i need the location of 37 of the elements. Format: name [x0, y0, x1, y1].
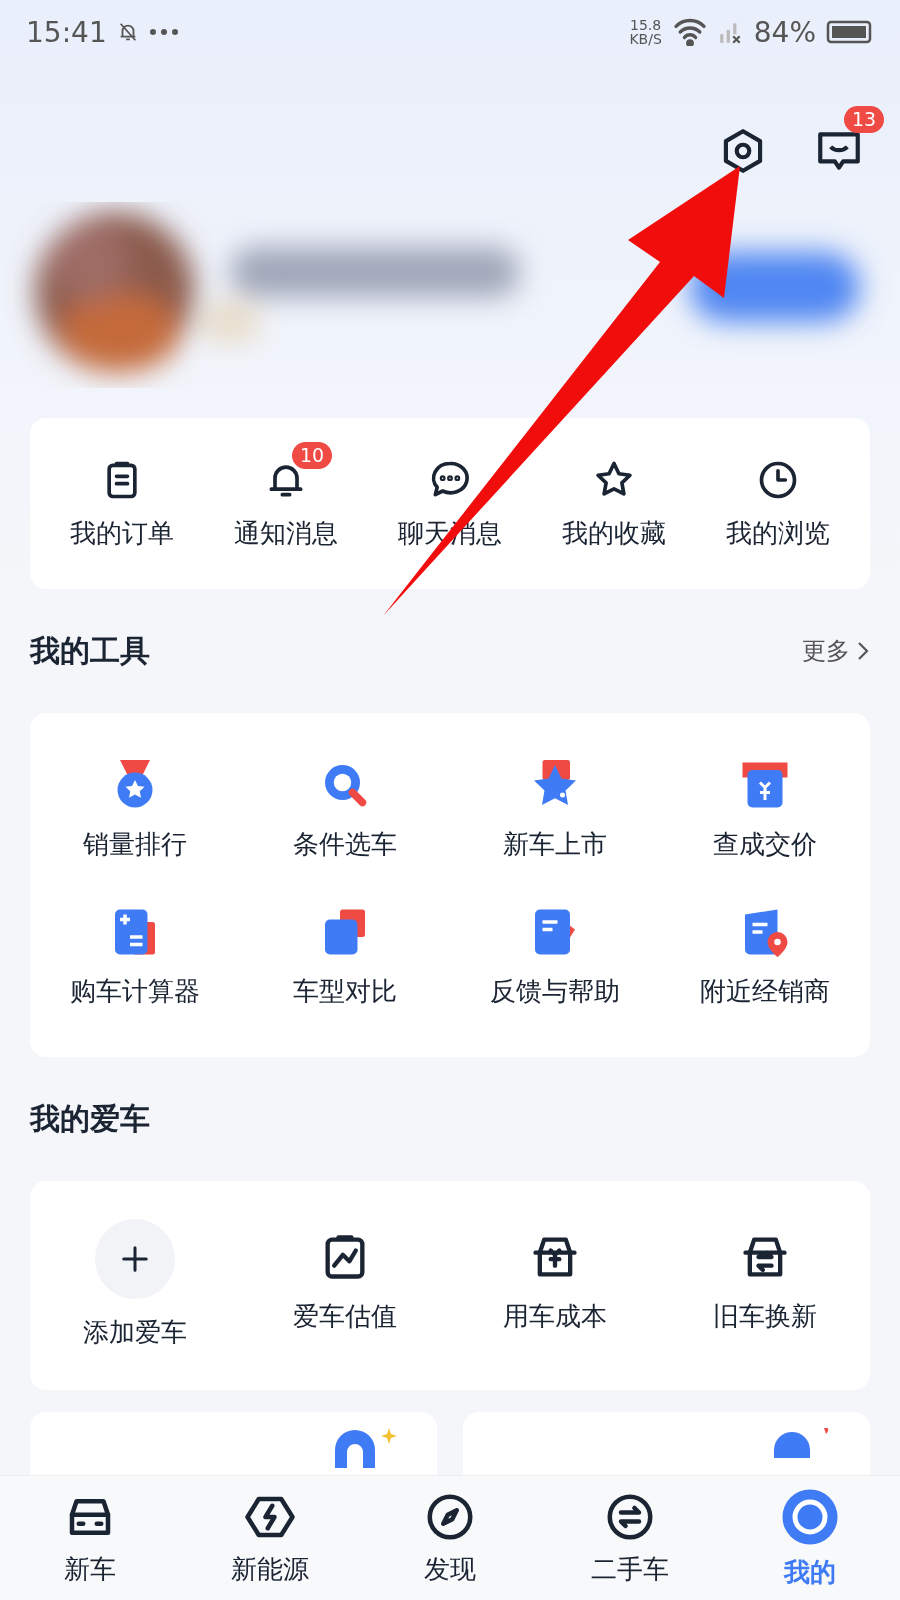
nav-tab[interactable]: 新能源 — [180, 1476, 360, 1600]
battery-icon — [826, 20, 874, 44]
mascot-icon — [774, 1428, 830, 1458]
shortcut-label[interactable]: 我的收藏 — [562, 516, 666, 551]
nav-tab[interactable]: 二手车 — [540, 1476, 720, 1600]
chevron-right-icon — [856, 640, 870, 662]
message-count-badge: 13 — [844, 106, 885, 133]
shortcut-label[interactable]: 通知消息 — [234, 516, 338, 551]
tool-label[interactable]: 查成交价 — [713, 827, 817, 862]
car-tool-label[interactable]: 旧车换新 — [713, 1299, 817, 1334]
nav-tab[interactable]: 新车 — [0, 1476, 180, 1600]
promo-card[interactable] — [463, 1412, 870, 1476]
tool-label[interactable]: 新车上市 — [503, 827, 607, 862]
car-tool-label[interactable]: 爱车估值 — [293, 1299, 397, 1334]
tool-label[interactable]: 车型对比 — [293, 974, 397, 1009]
more-link[interactable]: 更多 — [802, 635, 870, 667]
car-tool-label[interactable]: 用车成本 — [503, 1299, 607, 1334]
tool-label[interactable]: 购车计算器 — [70, 974, 200, 1009]
more-icon — [148, 28, 179, 36]
battery-percent: 84% — [753, 15, 816, 49]
notification-badge: 10 — [292, 442, 333, 469]
section-title: 我的工具 — [30, 631, 150, 670]
shortcut-label[interactable]: 我的浏览 — [726, 516, 830, 551]
tool-label[interactable]: 附近经销商 — [700, 974, 830, 1009]
network-speed: 15.8 KB/S — [629, 18, 662, 46]
shortcut-label[interactable]: 我的订单 — [70, 516, 174, 551]
mascot-icon — [335, 1428, 397, 1468]
tool-label[interactable]: 反馈与帮助 — [490, 974, 620, 1009]
tool-label[interactable]: 条件选车 — [293, 827, 397, 862]
nav-tab[interactable]: 我的 — [720, 1476, 900, 1600]
tool-label[interactable]: 销量排行 — [83, 827, 187, 862]
car-tool-label[interactable]: 添加爱车 — [83, 1315, 187, 1350]
promo-card[interactable] — [30, 1412, 437, 1476]
wifi-icon — [671, 18, 708, 46]
section-title: 我的爱车 — [30, 1099, 150, 1138]
status-time: 15:41 — [26, 15, 107, 49]
nav-tab[interactable]: 发现 — [360, 1476, 540, 1600]
